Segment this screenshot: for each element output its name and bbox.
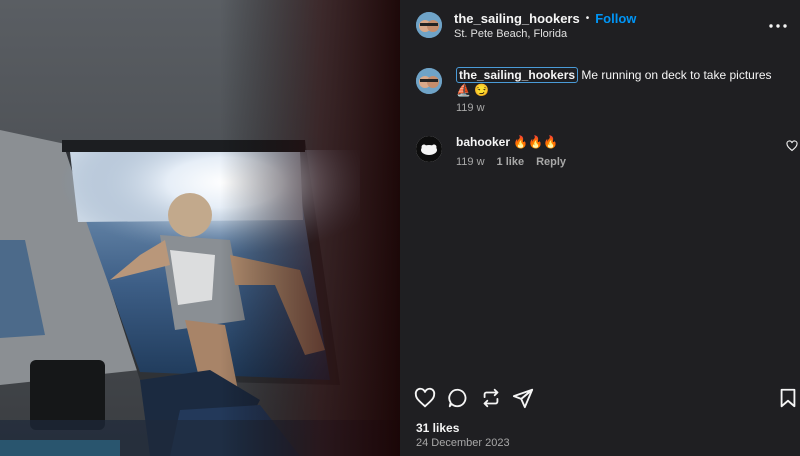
comment-avatar[interactable]	[416, 136, 442, 162]
more-options-icon[interactable]	[766, 14, 790, 38]
caption-author[interactable]: the_sailing_hookers	[456, 67, 579, 83]
avatar-image	[416, 12, 442, 38]
heart-icon[interactable]	[414, 387, 436, 409]
avatar-image	[416, 136, 442, 162]
comment-likes[interactable]: 1 like	[497, 156, 525, 168]
repost-icon[interactable]	[480, 387, 502, 409]
comment-text: 🔥🔥🔥	[513, 135, 559, 149]
share-icon[interactable]	[512, 387, 534, 409]
comment-icon[interactable]	[447, 387, 469, 409]
reply-button[interactable]: Reply	[536, 156, 566, 168]
caption-age[interactable]: 119 w	[456, 102, 485, 114]
post-details-panel: the_sailing_hookers • Follow St. Pete Be…	[400, 0, 800, 456]
author-avatar[interactable]	[416, 12, 442, 38]
bookmark-icon[interactable]	[777, 387, 799, 409]
caption-author-avatar[interactable]	[416, 68, 442, 94]
author-username[interactable]: the_sailing_hookers	[454, 11, 580, 26]
avatar-image	[416, 68, 442, 94]
follow-button[interactable]: Follow	[595, 11, 636, 26]
post-photo[interactable]	[0, 0, 400, 456]
comment-age[interactable]: 119 w	[456, 156, 485, 168]
likes-count[interactable]: 31 likes	[416, 421, 459, 435]
photo-scene	[0, 0, 400, 456]
comment: bahooker 🔥🔥🔥	[456, 135, 558, 150]
caption: the_sailing_hookers Me running on deck t…	[456, 67, 786, 98]
header-separator: •	[585, 13, 590, 24]
post-date[interactable]: 24 December 2023	[416, 437, 510, 449]
comment-meta: 119 w 1 like Reply	[456, 156, 566, 168]
comment-like-heart-icon[interactable]	[786, 140, 798, 152]
post-location[interactable]: St. Pete Beach, Florida	[454, 28, 567, 40]
comment-author[interactable]: bahooker	[456, 135, 510, 149]
